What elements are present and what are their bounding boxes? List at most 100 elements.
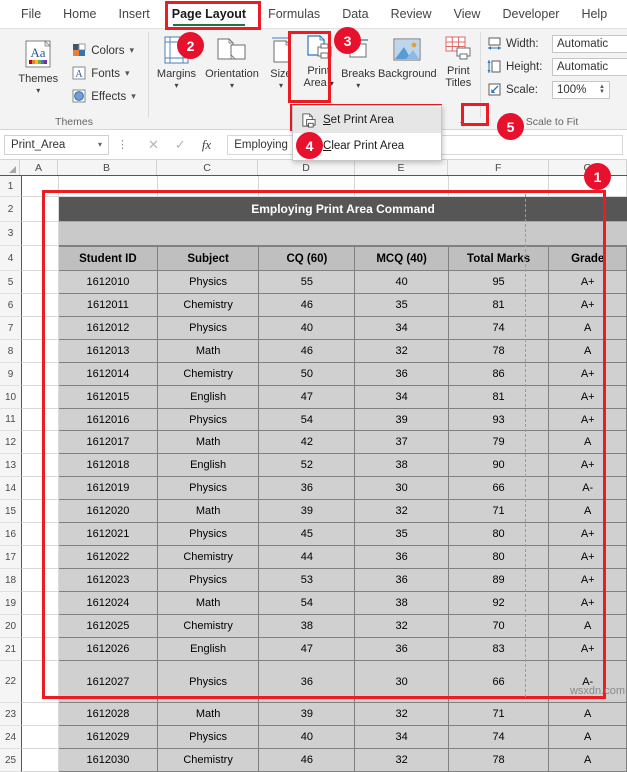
row-header-16[interactable]: 16 (0, 523, 22, 546)
table-cell-r1-c4[interactable]: 81 (448, 294, 550, 317)
table-cell-r9-c3[interactable]: 30 (355, 477, 449, 500)
row-header-18[interactable]: 18 (0, 569, 22, 592)
formula-bar-handle[interactable]: ⋮ (113, 138, 132, 151)
background-button[interactable]: Background (378, 32, 437, 81)
cell-a21[interactable] (22, 638, 59, 661)
column-header-e[interactable]: E (354, 160, 449, 175)
table-cell-r14-c1[interactable]: Math (157, 592, 260, 615)
table-cell-r4-c1[interactable]: Chemistry (157, 363, 260, 386)
table-cell-r11-c3[interactable]: 35 (355, 523, 449, 546)
table-cell-r2-c4[interactable]: 74 (448, 317, 550, 340)
row-header-4[interactable]: 4 (0, 246, 22, 271)
cell-a9[interactable] (22, 363, 59, 386)
table-cell-r10-c1[interactable]: Math (157, 500, 260, 523)
cell-a25[interactable] (22, 749, 59, 772)
table-cell-r18-c3[interactable]: 32 (355, 703, 449, 726)
table-cell-r13-c1[interactable]: Physics (157, 569, 260, 592)
tab-file[interactable]: File (10, 4, 52, 24)
table-cell-r14-c5[interactable]: A+ (549, 592, 627, 615)
cell-a13[interactable] (22, 454, 59, 477)
table-cell-r3-c1[interactable]: Math (157, 340, 260, 363)
table-cell-r5-c1[interactable]: English (157, 386, 260, 409)
height-select[interactable]: Automatic ▾ (552, 57, 627, 76)
table-cell-r8-c3[interactable]: 38 (355, 454, 449, 477)
cell-a17[interactable] (22, 546, 59, 569)
scale-control[interactable]: Scale: 100% ▲ ▼ (487, 78, 610, 101)
table-cell-r0-c3[interactable]: 40 (355, 271, 449, 294)
column-header-d[interactable]: D (258, 160, 355, 175)
themes-chevron-down-icon[interactable]: ▾ (36, 86, 40, 95)
effects-button[interactable]: Effects ▾ (70, 85, 137, 108)
cell-a4[interactable] (22, 246, 59, 271)
table-cell-r17-c1[interactable]: Physics (157, 661, 260, 703)
margins-chevron-down-icon[interactable]: ▾ (174, 81, 178, 90)
table-cell-r20-c0[interactable]: 1612030 (58, 749, 158, 772)
cell-a16[interactable] (22, 523, 59, 546)
table-cell-r5-c0[interactable]: 1612015 (58, 386, 158, 409)
tab-review[interactable]: Review (380, 4, 443, 24)
table-cell-r20-c3[interactable]: 32 (355, 749, 449, 772)
cell-a18[interactable] (22, 569, 59, 592)
row-header-9[interactable]: 9 (0, 363, 22, 386)
confirm-formula-icon[interactable]: ✓ (175, 137, 186, 153)
spacer-row-cell[interactable] (59, 222, 627, 246)
row-header-10[interactable]: 10 (0, 386, 22, 409)
table-cell-r19-c4[interactable]: 74 (448, 726, 550, 749)
row-header-7[interactable]: 7 (0, 317, 22, 340)
table-cell-r1-c3[interactable]: 35 (355, 294, 449, 317)
cell-b1[interactable] (58, 176, 158, 197)
row-header-23[interactable]: 23 (0, 703, 22, 726)
table-cell-r13-c5[interactable]: A+ (549, 569, 627, 592)
table-cell-r18-c5[interactable]: A (549, 703, 627, 726)
table-header-cq-60[interactable]: CQ (60) (259, 246, 356, 271)
cell-a10[interactable] (22, 386, 59, 409)
table-cell-r9-c4[interactable]: 66 (448, 477, 550, 500)
table-cell-r6-c4[interactable]: 93 (448, 409, 550, 431)
cell-a15[interactable] (22, 500, 59, 523)
table-cell-r16-c1[interactable]: English (157, 638, 260, 661)
table-cell-r10-c2[interactable]: 39 (259, 500, 356, 523)
table-cell-r3-c2[interactable]: 46 (259, 340, 356, 363)
row-header-1[interactable]: 1 (0, 176, 22, 197)
row-header-24[interactable]: 24 (0, 726, 22, 749)
row-header-12[interactable]: 12 (0, 431, 22, 454)
table-header-mcq-40[interactable]: MCQ (40) (355, 246, 449, 271)
table-cell-r0-c2[interactable]: 55 (259, 271, 356, 294)
table-cell-r6-c1[interactable]: Physics (157, 409, 260, 431)
row-header-19[interactable]: 19 (0, 592, 22, 615)
tab-home[interactable]: Home (52, 4, 107, 24)
table-cell-r16-c5[interactable]: A+ (549, 638, 627, 661)
table-cell-r15-c4[interactable]: 70 (448, 615, 550, 638)
table-cell-r9-c1[interactable]: Physics (157, 477, 260, 500)
table-cell-r3-c4[interactable]: 78 (448, 340, 550, 363)
table-cell-r0-c0[interactable]: 1612010 (58, 271, 158, 294)
table-cell-r4-c5[interactable]: A+ (549, 363, 627, 386)
table-cell-r9-c5[interactable]: A- (549, 477, 627, 500)
table-cell-r20-c5[interactable]: A (549, 749, 627, 772)
table-cell-r18-c4[interactable]: 71 (448, 703, 550, 726)
tab-data[interactable]: Data (331, 4, 379, 24)
table-cell-r11-c2[interactable]: 45 (259, 523, 356, 546)
table-cell-r15-c0[interactable]: 1612025 (58, 615, 158, 638)
table-cell-r5-c3[interactable]: 34 (355, 386, 449, 409)
effects-chevron-down-icon[interactable]: ▾ (131, 91, 136, 102)
table-cell-r9-c2[interactable]: 36 (259, 477, 356, 500)
table-cell-r19-c3[interactable]: 34 (355, 726, 449, 749)
table-cell-r6-c2[interactable]: 54 (259, 409, 356, 431)
cell-a22[interactable] (22, 661, 59, 703)
table-cell-r19-c0[interactable]: 1612029 (58, 726, 158, 749)
table-cell-r15-c5[interactable]: A (549, 615, 627, 638)
table-cell-r6-c0[interactable]: 1612016 (58, 409, 158, 431)
table-header-grade[interactable]: Grade (549, 246, 627, 271)
cell-e1[interactable] (355, 176, 449, 197)
print-area-chevron-down-icon[interactable]: ▾ (330, 79, 334, 88)
table-cell-r19-c2[interactable]: 40 (259, 726, 356, 749)
row-header-13[interactable]: 13 (0, 454, 22, 477)
table-cell-r17-c2[interactable]: 36 (259, 661, 356, 703)
table-cell-r10-c4[interactable]: 71 (448, 500, 550, 523)
row-header-15[interactable]: 15 (0, 500, 22, 523)
table-cell-r4-c2[interactable]: 50 (259, 363, 356, 386)
table-cell-r14-c4[interactable]: 92 (448, 592, 550, 615)
table-cell-r7-c1[interactable]: Math (157, 431, 260, 454)
table-cell-r19-c1[interactable]: Physics (157, 726, 260, 749)
